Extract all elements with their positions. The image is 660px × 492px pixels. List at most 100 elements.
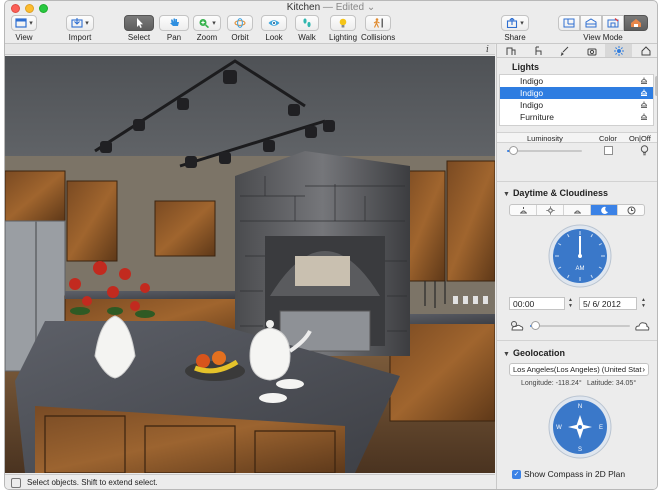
elevation-icon [607, 18, 619, 28]
kitchen-render[interactable] [5, 56, 495, 473]
zoom-label: Zoom [196, 33, 218, 42]
light-row[interactable]: Indigo [500, 99, 653, 111]
pan-tool: Pan [159, 15, 189, 42]
3d-viewport[interactable] [5, 56, 495, 473]
tab-building[interactable] [497, 44, 524, 57]
share-button[interactable]: ▾ [501, 15, 529, 31]
light-row[interactable]: Furniture [500, 111, 653, 123]
date-field[interactable]: 5/ 6/ 2012 [579, 297, 637, 310]
lights-list[interactable]: Indigo Indigo Indigo Furniture [499, 74, 654, 126]
cloud-icon [635, 322, 650, 331]
share-tool: ▾ Share [501, 15, 529, 42]
section-divider [497, 181, 657, 182]
cloudiness-slider[interactable] [530, 321, 630, 330]
view-mode-segments [558, 15, 648, 31]
view-mode-3d-button[interactable] [624, 15, 648, 31]
eye-icon [268, 20, 280, 26]
sunrise-segment[interactable] [510, 205, 537, 215]
show-compass-checkbox-row[interactable]: ✓ Show Compass in 2D Plan [512, 469, 625, 479]
noon-segment[interactable] [537, 205, 564, 215]
look-label: Look [265, 33, 283, 42]
orbit-button[interactable] [227, 15, 253, 31]
time-field[interactable]: 00:00 [509, 297, 565, 310]
select-label: Select [127, 33, 151, 42]
daytime-segmented-control[interactable] [509, 204, 645, 216]
luminosity-slider-knob[interactable] [509, 146, 518, 155]
lights-title: Lights [512, 62, 539, 72]
look-tool: Look [261, 15, 287, 42]
lighting-button[interactable] [330, 15, 357, 31]
share-label: Share [504, 33, 526, 42]
luminosity-slider[interactable] [507, 146, 582, 155]
view-mode-elevation-button[interactable] [602, 15, 624, 31]
clock-dial[interactable]: AM [548, 224, 612, 288]
inspector-tabs [497, 44, 657, 58]
show-compass-label: Show Compass in 2D Plan [524, 469, 626, 479]
daytime-section-header[interactable]: ▼ Daytime & Cloudiness [503, 188, 608, 198]
import-label: Import [68, 33, 92, 42]
lamp-icon[interactable] [640, 77, 648, 85]
disclosure-triangle-icon[interactable]: ▼ [503, 351, 510, 358]
lightbulb-icon[interactable] [640, 145, 649, 156]
edited-indicator[interactable]: — Edited ⌄ [320, 2, 375, 13]
night-segment[interactable] [591, 205, 618, 215]
document-name: Kitchen [286, 2, 321, 13]
pan-label: Pan [166, 33, 182, 42]
tab-camera[interactable] [578, 44, 605, 57]
info-icon[interactable]: i [486, 45, 489, 55]
lamp-icon[interactable] [640, 113, 648, 121]
custom-time-segment[interactable] [618, 205, 644, 215]
am-pm-label: AM [576, 266, 585, 272]
tab-lighting[interactable] [605, 44, 632, 57]
lamp-icon[interactable] [640, 89, 648, 97]
pan-button[interactable] [159, 15, 189, 31]
cloudiness-slider-knob[interactable] [531, 321, 540, 330]
show-compass-checkbox[interactable]: ✓ [512, 469, 521, 479]
sun-icon [613, 45, 624, 56]
clock-icon [627, 206, 635, 214]
light-name: Indigo [520, 88, 544, 98]
date-stepper[interactable]: ▲ ▼ [640, 297, 647, 310]
light-name: Indigo [520, 76, 544, 86]
lightbulb-icon [339, 18, 347, 28]
import-tool: ▾ Import [66, 15, 94, 42]
view-button[interactable]: ▾ [11, 15, 37, 31]
tab-furniture[interactable] [524, 44, 551, 57]
view-mode-2d-button[interactable] [558, 15, 580, 31]
location-popup[interactable]: Los Angeles(Los Angeles) (United Stat › [509, 363, 649, 376]
disclosure-triangle-icon[interactable]: ▼ [503, 191, 510, 198]
collision-person-icon [373, 18, 384, 28]
zoom-tool: ▾ Zoom [193, 15, 221, 42]
select-button[interactable] [124, 15, 154, 31]
sun-icon [546, 206, 554, 214]
geolocation-section-header[interactable]: ▼ Geolocation [503, 348, 565, 358]
lights-columns-header: Luminosity Color On|Off [497, 132, 657, 143]
tab-environment[interactable] [632, 44, 657, 57]
latitude-text: Latitude: 34.05° [587, 380, 637, 387]
status-bar: Select objects. Shift to extend select. [5, 474, 495, 489]
look-button[interactable] [261, 15, 287, 31]
tab-materials[interactable] [551, 44, 578, 57]
light-row[interactable]: Indigo [500, 87, 653, 99]
light-name: Furniture [520, 112, 555, 122]
import-button[interactable]: ▾ [66, 15, 94, 31]
zoom-button[interactable]: ▾ [193, 15, 221, 31]
compass-dial[interactable]: N E S W [548, 395, 612, 459]
window-title: Kitchen — Edited ⌄ [5, 2, 657, 13]
lights-list-scrollbar[interactable] [655, 76, 657, 96]
lamp-icon[interactable] [640, 101, 648, 109]
footprints-icon [303, 18, 311, 28]
floor-plan-icon [563, 18, 575, 28]
collisions-tool: Collisions [361, 15, 395, 42]
sunrise-icon [519, 206, 527, 213]
light-color-well[interactable] [604, 146, 613, 155]
light-row[interactable]: Indigo [500, 75, 653, 87]
luminosity-column: Luminosity [527, 134, 563, 143]
view-mode-split-button[interactable] [580, 15, 602, 31]
compass-north-label: N [578, 404, 582, 410]
sunset-segment[interactable] [564, 205, 591, 215]
collisions-button[interactable] [365, 15, 392, 31]
walk-button[interactable] [295, 15, 319, 31]
chair-icon [535, 46, 541, 55]
time-stepper[interactable]: ▲ ▼ [567, 297, 574, 310]
